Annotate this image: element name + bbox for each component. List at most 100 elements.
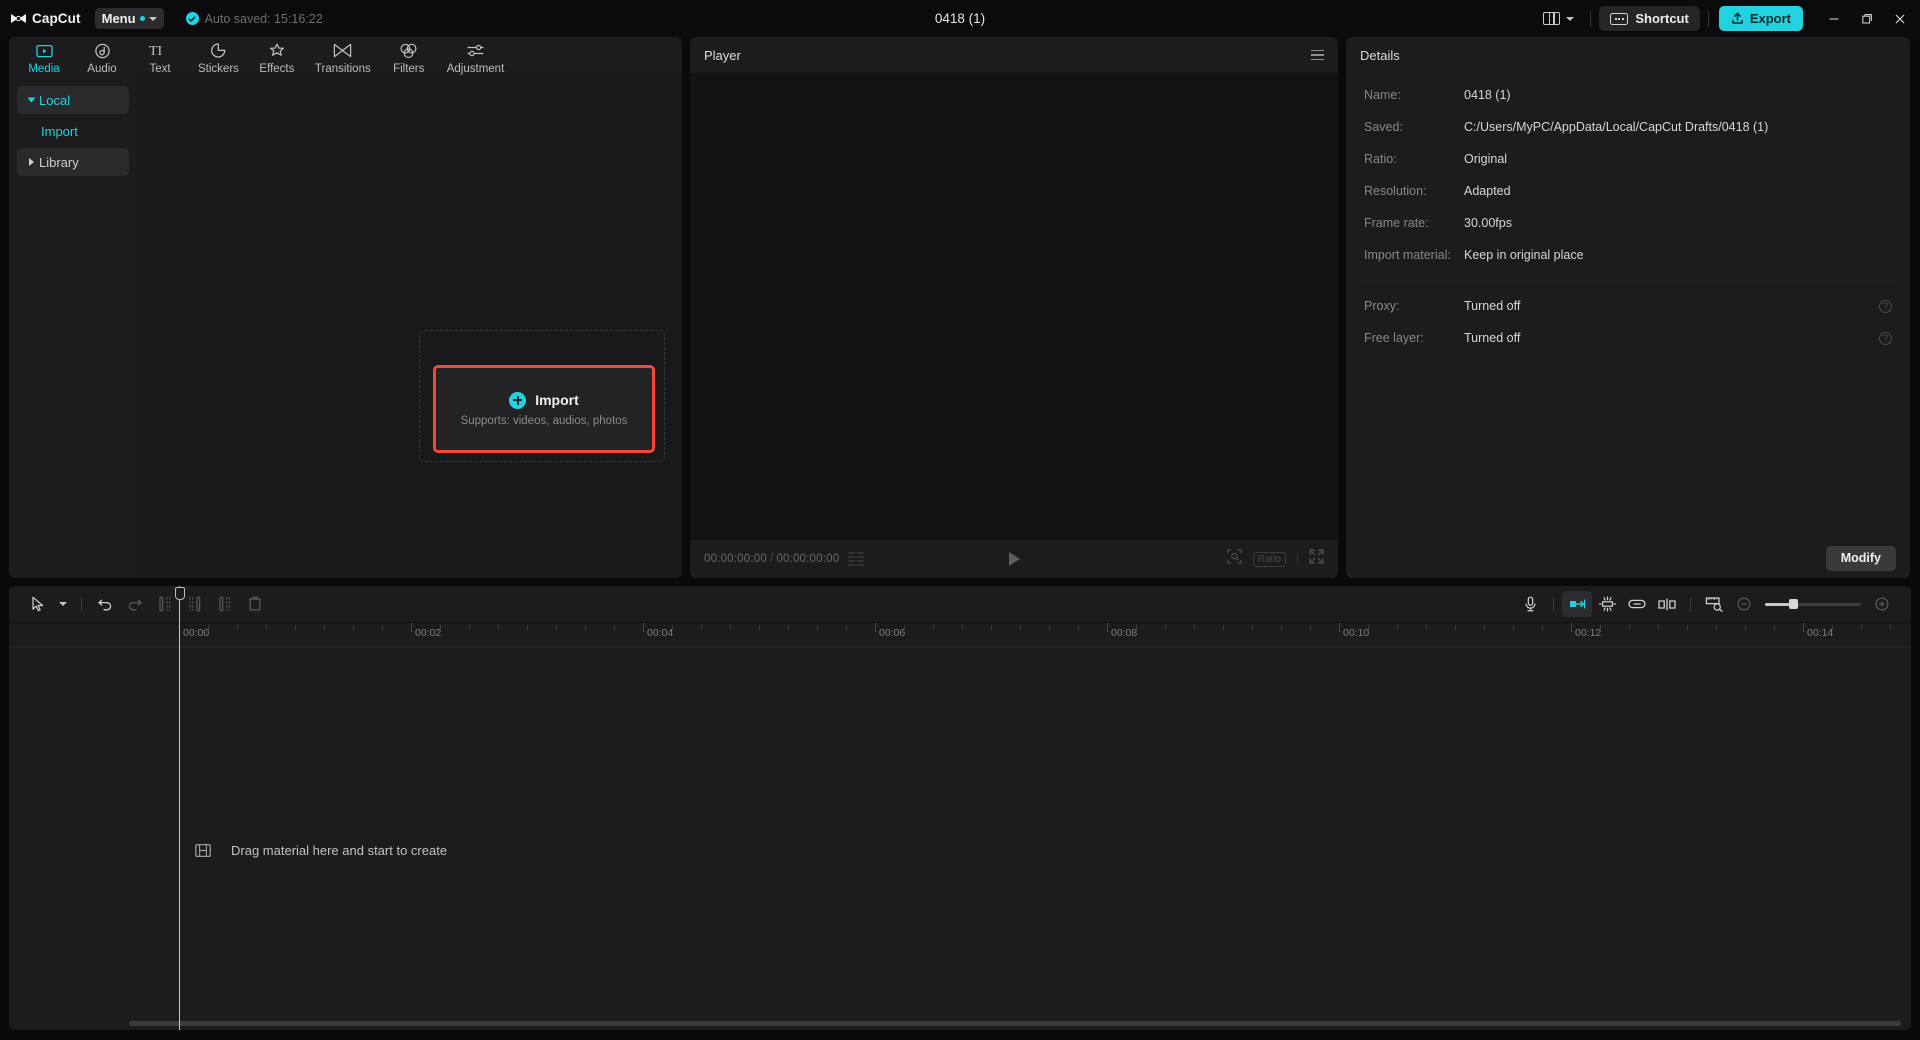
frame-step-icon[interactable] [848,552,865,566]
ratio-button[interactable]: Ratio [1252,551,1286,567]
divider [1297,553,1298,565]
timeline-playhead[interactable] [174,586,185,1030]
details-footer: Modify [1346,538,1910,578]
import-label: Import [535,392,579,408]
select-tool-dropdown[interactable] [53,602,73,606]
player-current-time: 00:00:00:00 [704,553,767,565]
window-controls [1817,0,1916,37]
fullscreen-icon[interactable] [1309,549,1324,569]
tab-audio[interactable]: Audio [73,37,131,75]
player-right-controls: Ratio [1227,549,1324,569]
details-row-framerate: Frame rate: 30.00fps [1346,207,1910,239]
redo-button[interactable] [120,591,150,617]
ruler-tick-minor [788,625,789,630]
tab-filters[interactable]: Filters [380,37,438,75]
timeline-placeholder: Drag material here and start to create [195,843,447,858]
ruler-label: 00:06 [879,627,906,639]
close-button[interactable] [1883,0,1916,37]
tab-label: Text [149,63,171,75]
ruler-label: 00:08 [1111,627,1138,639]
player-stage[interactable] [690,73,1338,540]
ruler-tick-minor [701,625,702,630]
split-right-button[interactable] [180,591,210,617]
ruler-tick-minor [1397,625,1398,630]
ruler-tick-minor [1658,625,1659,630]
ruler-tick-minor [817,625,818,630]
tab-media[interactable]: Media [15,37,73,75]
import-support-text: Supports: videos, audios, photos [460,414,628,427]
tab-label: Effects [259,63,295,75]
playhead-handle[interactable] [174,587,185,600]
media-content-area: Import Supports: videos, audios, photos [137,77,682,578]
ruler-tick-minor [1861,625,1862,630]
snap-magnet-button[interactable] [1562,591,1592,617]
divider [1553,596,1554,612]
timeline-tracks[interactable]: Drag material here and start to create [9,647,1911,1030]
menu-button[interactable]: Menu [94,8,164,29]
split-both-button[interactable] [210,591,240,617]
sidebar-item-local[interactable]: Local [17,86,129,114]
player-header: Player [690,37,1338,73]
details-panel: Details Name: 0418 (1) Saved: C:/Users/M… [1346,37,1910,578]
tab-label: Stickers [198,63,239,75]
filters-icon [399,41,418,60]
tab-stickers[interactable]: Stickers [189,37,248,75]
ruler-tick-minor [730,625,731,630]
sidebar-item-import[interactable]: Import [17,117,129,145]
help-icon[interactable]: ? [1879,331,1892,345]
autosave-text: Auto saved: 15:16:22 [204,11,323,26]
timeline-zoom-slider[interactable] [1765,599,1861,609]
select-tool-button[interactable] [23,591,53,617]
mirror-clip-button[interactable] [1652,591,1682,617]
details-row-name: Name: 0418 (1) [1346,79,1910,111]
ruler-tick-minor [1745,625,1746,630]
tab-text[interactable]: TI Text [131,37,189,75]
ruler-tick-minor [1455,625,1456,630]
ruler-tick-minor [469,625,470,630]
zoom-in-button[interactable] [1867,591,1897,617]
zoom-slider-handle[interactable] [1789,599,1798,609]
record-audio-button[interactable] [1515,591,1545,617]
details-row-free-layer: Free layer: Turned off ? [1346,322,1910,354]
maximize-button[interactable] [1850,0,1883,37]
player-menu-icon[interactable] [1311,49,1324,61]
timeline-ruler[interactable]: 00:00 00:02 00:04 00:06 00:08 00:10 00:12 00:14 [9,623,1911,647]
ruler-tick-minor [1368,625,1369,630]
timeline-hscrollbar-thumb[interactable] [129,1021,1901,1026]
auto-adsorb-button[interactable] [1592,591,1622,617]
undo-button[interactable] [90,591,120,617]
zoom-slider-track[interactable] [1765,599,1861,609]
tab-effects[interactable]: Effects [248,37,306,75]
adjustment-icon [466,41,485,60]
shortcut-label: Shortcut [1635,11,1689,26]
tab-adjustment[interactable]: Adjustment [438,37,514,75]
export-button[interactable]: Export [1718,6,1803,31]
import-button[interactable]: Import Supports: videos, audios, photos [433,365,655,453]
tab-transitions[interactable]: Transitions [306,37,380,75]
delete-button[interactable] [240,591,270,617]
link-clips-button[interactable] [1622,591,1652,617]
modify-button[interactable]: Modify [1825,545,1896,571]
details-label: Ratio: [1364,152,1397,166]
ruler-tick-minor [672,625,673,630]
ruler-tick-major [1571,623,1572,632]
details-label: Saved: [1364,120,1403,134]
play-button[interactable] [1006,551,1022,567]
timeline-hscrollbar[interactable] [129,1021,1901,1026]
layout-switch-button[interactable] [1535,12,1582,25]
ruler-tick-minor [1078,625,1079,630]
minimize-button[interactable] [1817,0,1850,37]
zoom-out-button[interactable] [1729,591,1759,617]
ruler-tick-minor [1049,625,1050,630]
details-row-proxy: Proxy: Turned off ? [1346,290,1910,322]
ruler-tick-major [875,623,876,632]
ruler-tick-minor [1223,625,1224,630]
zoom-preview-icon[interactable] [1227,549,1242,569]
ruler-tick-minor [353,625,354,630]
details-label: Free layer: [1364,331,1424,345]
shortcut-button[interactable]: Shortcut [1599,6,1700,31]
sidebar-item-library[interactable]: Library [17,148,129,176]
preview-scale-button[interactable] [1699,591,1729,617]
details-label: Frame rate: [1364,216,1429,230]
help-icon[interactable]: ? [1879,299,1892,313]
